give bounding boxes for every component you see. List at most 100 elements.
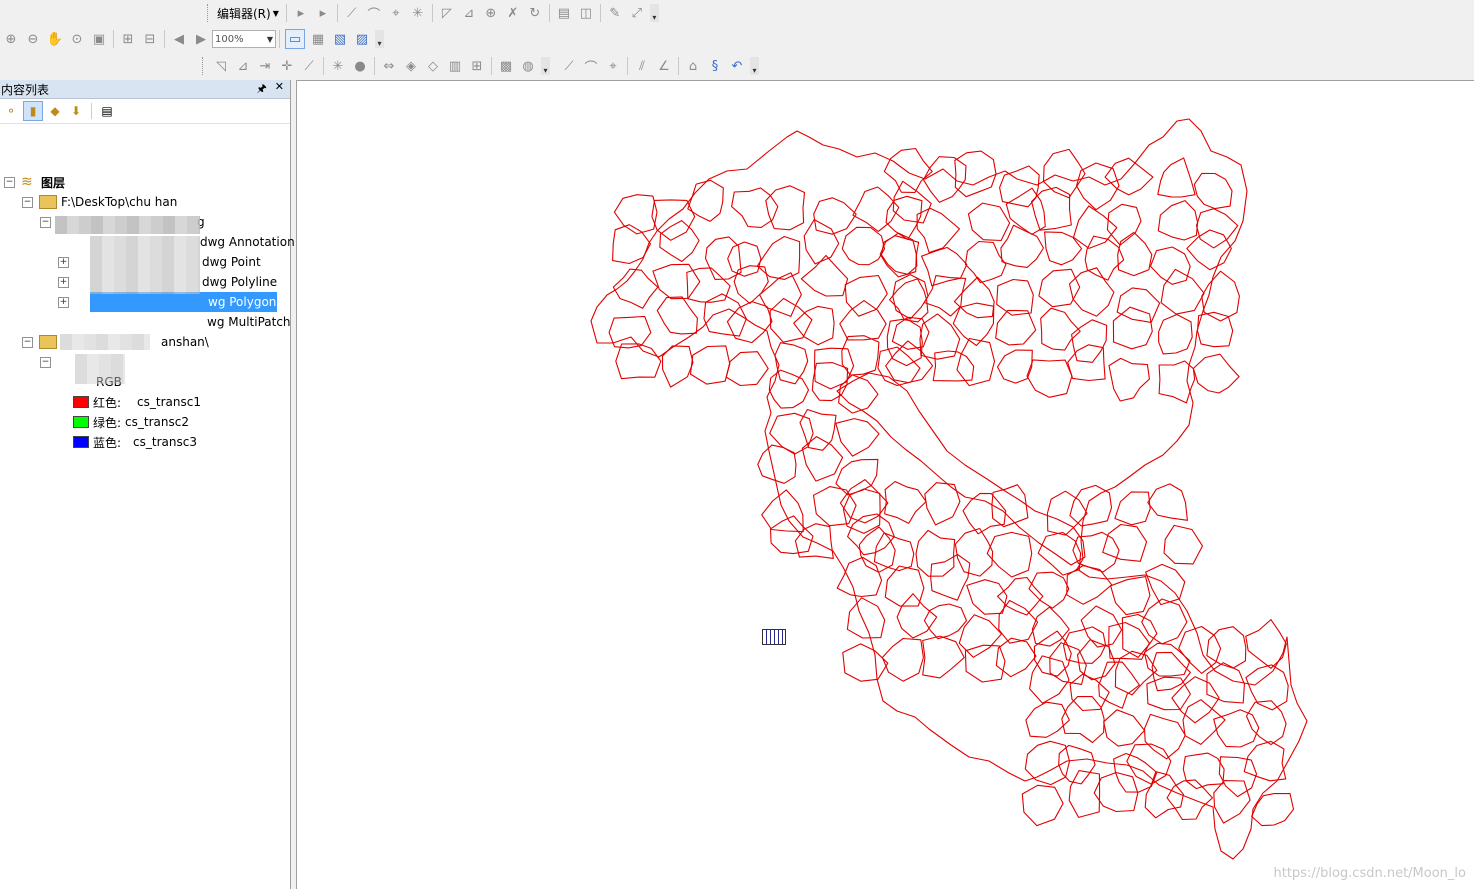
district-polygon: [998, 599, 1039, 644]
district-polygon: [999, 165, 1040, 208]
transform-icon[interactable]: §: [706, 57, 724, 75]
collapse-icon[interactable]: −: [40, 356, 51, 368]
toolbar-overflow-button[interactable]: ▾: [649, 4, 659, 22]
raster-layer-item[interactable]: −: [40, 352, 57, 372]
district-polygon: [803, 219, 840, 265]
district-polygon: [615, 343, 662, 380]
layer-item-multipatch[interactable]: wg MultiPatch: [207, 312, 291, 332]
trim-icon[interactable]: ✛: [278, 57, 296, 75]
extend-icon[interactable]: ⇥: [256, 57, 274, 75]
error-inspector-icon[interactable]: ◍: [519, 57, 537, 75]
cogo-line-icon[interactable]: ⟋: [560, 57, 578, 75]
rotate-icon[interactable]: ↻: [526, 4, 544, 22]
fillet-icon[interactable]: ◇: [424, 57, 442, 75]
layer-item-polygon[interactable]: + wg Polygon: [58, 292, 276, 312]
attributes-icon[interactable]: ▤: [555, 4, 573, 22]
angle-icon[interactable]: ∠: [655, 57, 673, 75]
obscured-region: [60, 334, 150, 350]
pin-icon[interactable]: 🖈: [257, 80, 267, 99]
end-point-arc-icon[interactable]: ⌒: [365, 4, 383, 23]
generalize-icon[interactable]: ✳: [329, 57, 347, 75]
editor-toolbar: 编辑器(R) ▼ ▸ ▸ ⟋ ⌒ ⌖ ✳ ◸ ⊿ ⊕ ✗ ↻ ▤ ◫ ✎ ⤢ ▾: [205, 1, 659, 25]
pan-page-icon[interactable]: ✋: [46, 30, 64, 48]
create-features-icon[interactable]: ✎: [606, 4, 624, 22]
district-polygon: [922, 156, 967, 203]
data-driven-pages-icon[interactable]: ▨: [353, 30, 371, 48]
smooth-icon[interactable]: ●: [351, 57, 369, 75]
district-polygon: [841, 226, 886, 266]
list-by-selection-icon[interactable]: ⬇: [67, 102, 85, 120]
toolbar-grip[interactable]: [202, 57, 206, 75]
folder-item[interactable]: − F:\DeskTop\chu han: [22, 192, 177, 212]
trace-icon[interactable]: ⌖: [387, 4, 405, 22]
district-polygon: [1147, 483, 1188, 521]
collapse-icon[interactable]: −: [40, 216, 51, 228]
zoom-in-page-icon[interactable]: ⊕: [2, 30, 20, 48]
edit-vertices-icon[interactable]: ◸: [438, 4, 456, 22]
expand-icon[interactable]: +: [58, 276, 69, 288]
collapse-icon[interactable]: −: [22, 336, 33, 348]
layer-item-annotation[interactable]: dwg Annotation: [200, 232, 295, 252]
obscured-region: [75, 354, 125, 384]
list-by-visibility-icon[interactable]: ◆: [46, 102, 64, 120]
show-shared-features-icon[interactable]: ⊿: [234, 57, 252, 75]
toolbar-grip[interactable]: [207, 4, 211, 22]
fixed-zoom-in-icon[interactable]: ⊞: [119, 30, 137, 48]
options-icon[interactable]: ▤: [98, 102, 116, 120]
line-intersection-icon[interactable]: ⟋: [300, 57, 318, 75]
district-polygon: [756, 235, 801, 280]
district-polygon: [996, 349, 1033, 384]
zoom-percent-select[interactable]: 100% ▼: [212, 30, 276, 48]
editor-menu-button[interactable]: 编辑器(R): [215, 5, 273, 22]
align-edge-icon[interactable]: ⇔: [380, 57, 398, 75]
expand-icon[interactable]: +: [58, 256, 69, 268]
toolbar-overflow-button[interactable]: ▾: [541, 57, 550, 75]
chevron-down-icon[interactable]: ▼: [267, 35, 273, 44]
map-canvas[interactable]: [297, 81, 1473, 888]
district-polygon: [608, 315, 652, 349]
toolbar-overflow-button[interactable]: ▾: [750, 57, 759, 75]
expand-icon[interactable]: +: [58, 296, 69, 308]
validate-topology-icon[interactable]: ▩: [497, 57, 515, 75]
map-view[interactable]: https://blog.csdn.net/Moon_lo: [296, 80, 1474, 889]
sketch-properties-icon[interactable]: ◫: [577, 4, 595, 22]
straight-segment-icon[interactable]: ⟋: [343, 4, 361, 22]
back-extent-icon[interactable]: ◀: [170, 30, 188, 48]
copy-parallel-icon[interactable]: ⊞: [468, 57, 486, 75]
reshape-icon[interactable]: ⊿: [460, 4, 478, 22]
parallel-icon[interactable]: ⫽: [633, 57, 651, 75]
undo-icon[interactable]: ↶: [728, 57, 746, 75]
district-polygon: [1080, 605, 1123, 648]
district-polygon: [1206, 626, 1247, 669]
fixed-zoom-out-icon[interactable]: ⊟: [141, 30, 159, 48]
zoom-whole-page-icon[interactable]: ⊙: [68, 30, 86, 48]
divider: [374, 57, 375, 75]
chevron-down-icon[interactable]: ▼: [273, 9, 279, 18]
annotation-edit-icon[interactable]: ▸: [314, 4, 332, 22]
snapping-icon[interactable]: ⤢: [628, 4, 646, 22]
list-by-source-icon[interactable]: ▮: [23, 101, 43, 121]
cogo-curve-icon[interactable]: ⌒: [582, 57, 600, 76]
point-icon[interactable]: ✳: [409, 4, 427, 22]
construct-features-icon[interactable]: ◈: [402, 57, 420, 75]
change-layout-icon[interactable]: ▧: [331, 30, 349, 48]
topology-edit-icon[interactable]: ◹: [212, 57, 230, 75]
collapse-icon[interactable]: −: [22, 196, 33, 208]
toolbar-overflow-button[interactable]: ▾: [375, 30, 384, 48]
tree-root[interactable]: − ≋ 图层: [4, 172, 65, 192]
buffer-icon[interactable]: ▥: [446, 57, 464, 75]
collapse-icon[interactable]: −: [4, 176, 15, 188]
zoom-100-icon[interactable]: ▣: [90, 30, 108, 48]
list-by-drawing-order-icon[interactable]: ⚬: [2, 102, 20, 120]
zoom-out-page-icon[interactable]: ⊖: [24, 30, 42, 48]
forward-extent-icon[interactable]: ▶: [192, 30, 210, 48]
close-icon[interactable]: ✕: [275, 80, 284, 99]
edit-tool-icon[interactable]: ▸: [292, 4, 310, 22]
district-polygon: [1071, 319, 1108, 363]
proportion-icon[interactable]: ⌂: [684, 57, 702, 75]
cut-polygon-icon[interactable]: ⊕: [482, 4, 500, 22]
focus-data-frame-icon[interactable]: ▦: [309, 30, 327, 48]
split-icon[interactable]: ✗: [504, 4, 522, 22]
toggle-draft-mode-icon[interactable]: ▭: [285, 29, 305, 49]
traverse-icon[interactable]: ⌖: [604, 57, 622, 75]
